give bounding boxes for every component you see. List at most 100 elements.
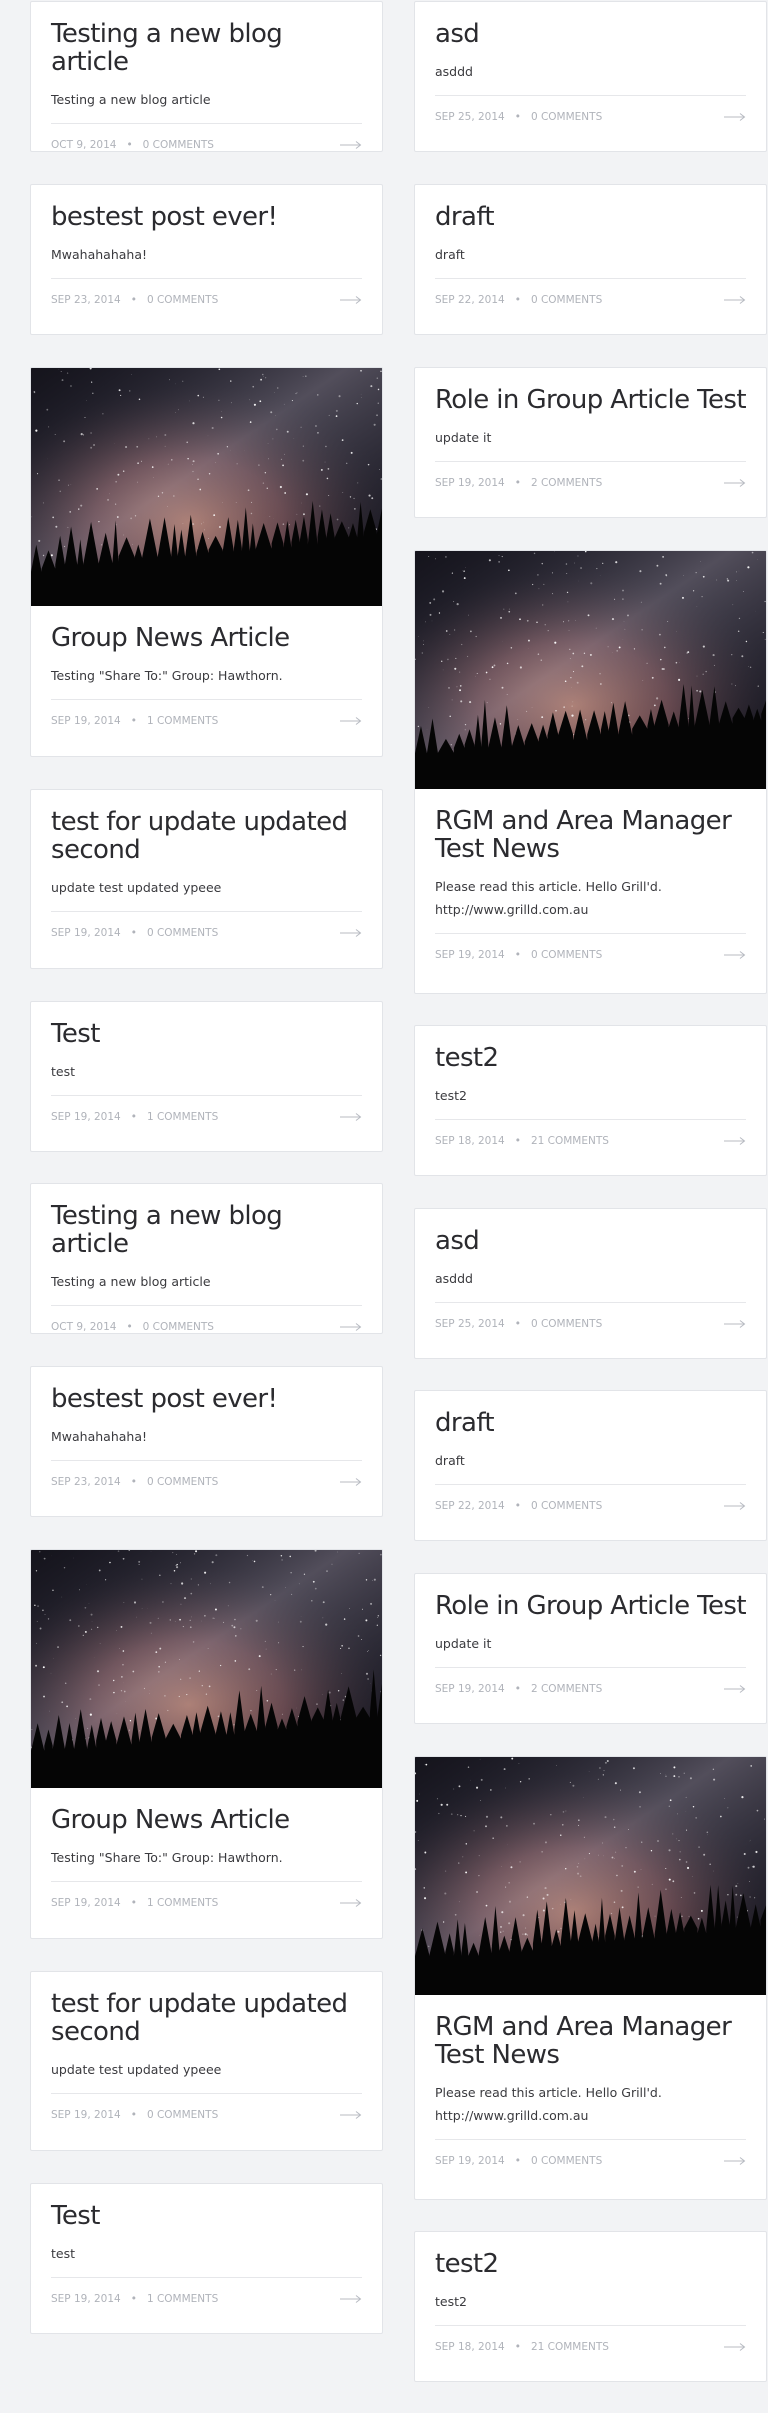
post-meta: SEP 18, 2014 • 21 COMMENTS (435, 2325, 746, 2368)
post-title[interactable]: Role in Group Article Test (435, 1592, 747, 1620)
post-title[interactable]: test2 (435, 1044, 746, 1072)
post-title[interactable]: draft (435, 203, 746, 231)
post-date: OCT 9, 2014 (51, 1321, 117, 1333)
post-title[interactable]: Test (51, 2202, 362, 2230)
arrow-right-icon[interactable] (724, 1319, 746, 1329)
post-card[interactable]: Testing a new blog article Testing a new… (30, 1183, 383, 1334)
post-title[interactable]: Role in Group Article Test (435, 386, 747, 414)
arrow-right-icon[interactable] (340, 716, 362, 726)
comments-link[interactable]: 21 COMMENTS (531, 1135, 609, 1147)
post-card[interactable]: RGM and Area Manager Test News Please re… (414, 550, 767, 994)
post-card[interactable]: draft draft SEP 22, 2014 • 0 COMMENTS (414, 184, 767, 335)
comments-link[interactable]: 0 COMMENTS (531, 111, 602, 123)
separator-dot: • (130, 2109, 137, 2121)
arrow-right-icon[interactable] (340, 1898, 362, 1908)
post-title[interactable]: test for update updated second (51, 1990, 362, 2046)
post-date: SEP 18, 2014 (435, 1135, 505, 1147)
comments-link[interactable]: 0 COMMENTS (531, 1318, 602, 1330)
post-title[interactable]: Testing a new blog article (51, 1202, 362, 1258)
comments-link[interactable]: 0 COMMENTS (147, 294, 218, 306)
post-card[interactable]: asd asddd SEP 25, 2014 • 0 COMMENTS (414, 1208, 767, 1359)
post-title[interactable]: Testing a new blog article (51, 20, 362, 76)
comments-link[interactable]: 0 COMMENTS (531, 1500, 602, 1512)
post-card[interactable]: RGM and Area Manager Test News Please re… (414, 1756, 767, 2200)
arrow-right-icon[interactable] (340, 1112, 362, 1122)
post-meta: SEP 18, 2014 • 21 COMMENTS (435, 1119, 746, 1162)
arrow-right-icon[interactable] (724, 112, 746, 122)
comments-link[interactable]: 0 COMMENTS (531, 949, 602, 961)
post-title[interactable]: test2 (435, 2250, 746, 2278)
arrow-right-icon[interactable] (724, 2156, 746, 2166)
post-title[interactable]: bestest post ever! (51, 1385, 362, 1413)
separator-dot: • (514, 477, 521, 489)
starry-night-image[interactable] (415, 1757, 766, 1995)
arrow-right-icon[interactable] (724, 2342, 746, 2352)
post-card[interactable]: Testing a new blog article Testing a new… (30, 1, 383, 152)
arrow-right-icon[interactable] (724, 1136, 746, 1146)
comments-link[interactable]: 0 COMMENTS (147, 927, 218, 939)
post-title[interactable]: RGM and Area Manager Test News (435, 807, 746, 863)
arrow-right-icon[interactable] (340, 1477, 362, 1487)
arrow-right-icon[interactable] (340, 2294, 362, 2304)
comments-link[interactable]: 1 COMMENTS (147, 1897, 218, 1909)
post-title[interactable]: Group News Article (51, 1806, 362, 1834)
comments-link[interactable]: 0 COMMENTS (531, 2155, 602, 2167)
post-title[interactable]: asd (435, 1227, 746, 1255)
comments-link[interactable]: 0 COMMENTS (531, 294, 602, 306)
separator-dot: • (130, 715, 137, 727)
arrow-right-icon[interactable] (724, 1501, 746, 1511)
starry-night-image[interactable] (415, 551, 766, 789)
post-card[interactable]: Group News Article Testing "Share To:" G… (30, 367, 383, 757)
post-excerpt: draft (435, 247, 465, 262)
post-title[interactable]: RGM and Area Manager Test News (435, 2013, 746, 2069)
comments-link[interactable]: 2 COMMENTS (531, 1683, 602, 1695)
post-date: SEP 19, 2014 (51, 1111, 121, 1123)
post-card[interactable]: bestest post ever! Mwahahahaha! SEP 23, … (30, 184, 383, 335)
post-card[interactable]: Test test SEP 19, 2014 • 1 COMMENTS (30, 1001, 383, 1152)
post-card[interactable]: test2 test2 SEP 18, 2014 • 21 COMMENTS (414, 1025, 767, 1176)
post-date: SEP 19, 2014 (51, 2109, 121, 2121)
comments-link[interactable]: 21 COMMENTS (531, 2341, 609, 2353)
post-card[interactable]: draft draft SEP 22, 2014 • 0 COMMENTS (414, 1390, 767, 1541)
starry-night-image[interactable] (31, 368, 382, 606)
comments-link[interactable]: 0 COMMENTS (143, 139, 214, 151)
comments-link[interactable]: 1 COMMENTS (147, 2293, 218, 2305)
comments-link[interactable]: 1 COMMENTS (147, 715, 218, 727)
post-title[interactable]: bestest post ever! (51, 203, 362, 231)
arrow-right-icon[interactable] (340, 140, 362, 150)
comments-link[interactable]: 0 COMMENTS (147, 2109, 218, 2121)
arrow-right-icon[interactable] (724, 295, 746, 305)
post-card[interactable]: test for update updated second update te… (30, 789, 383, 969)
post-title[interactable]: draft (435, 1409, 746, 1437)
post-title[interactable]: Test (51, 1020, 362, 1048)
arrow-right-icon[interactable] (340, 1322, 362, 1332)
post-meta: SEP 22, 2014 • 0 COMMENTS (435, 1484, 746, 1527)
arrow-right-icon[interactable] (724, 1684, 746, 1694)
separator-dot: • (126, 139, 133, 151)
post-card[interactable]: Role in Group Article Test update it SEP… (414, 367, 767, 518)
post-card[interactable]: Role in Group Article Test update it SEP… (414, 1573, 767, 1724)
post-title[interactable]: asd (435, 20, 746, 48)
post-card[interactable]: bestest post ever! Mwahahahaha! SEP 23, … (30, 1366, 383, 1517)
arrow-right-icon[interactable] (724, 478, 746, 488)
post-card[interactable]: asd asddd SEP 25, 2014 • 0 COMMENTS (414, 1, 767, 152)
post-title[interactable]: test for update updated second (51, 808, 362, 864)
post-title[interactable]: Group News Article (51, 624, 362, 652)
post-card[interactable]: Group News Article Testing "Share To:" G… (30, 1549, 383, 1939)
arrow-right-icon[interactable] (724, 950, 746, 960)
starry-night-image[interactable] (31, 1550, 382, 1788)
comments-link[interactable]: 0 COMMENTS (143, 1321, 214, 1333)
arrow-right-icon[interactable] (340, 2110, 362, 2120)
arrow-right-icon[interactable] (340, 295, 362, 305)
comments-link[interactable]: 0 COMMENTS (147, 1476, 218, 1488)
post-card[interactable]: test2 test2 SEP 18, 2014 • 21 COMMENTS (414, 2231, 767, 2382)
arrow-right-icon[interactable] (340, 928, 362, 938)
post-excerpt: Please read this article. Hello Grill'd.… (435, 2081, 746, 2127)
comments-link[interactable]: 1 COMMENTS (147, 1111, 218, 1123)
comments-link[interactable]: 2 COMMENTS (531, 477, 602, 489)
post-excerpt: Testing "Share To:" Group: Hawthorn. (51, 1850, 283, 1865)
separator-dot: • (130, 2293, 137, 2305)
post-card[interactable]: Test test SEP 19, 2014 • 1 COMMENTS (30, 2183, 383, 2334)
post-date: SEP 19, 2014 (51, 2293, 121, 2305)
post-card[interactable]: test for update updated second update te… (30, 1971, 383, 2151)
